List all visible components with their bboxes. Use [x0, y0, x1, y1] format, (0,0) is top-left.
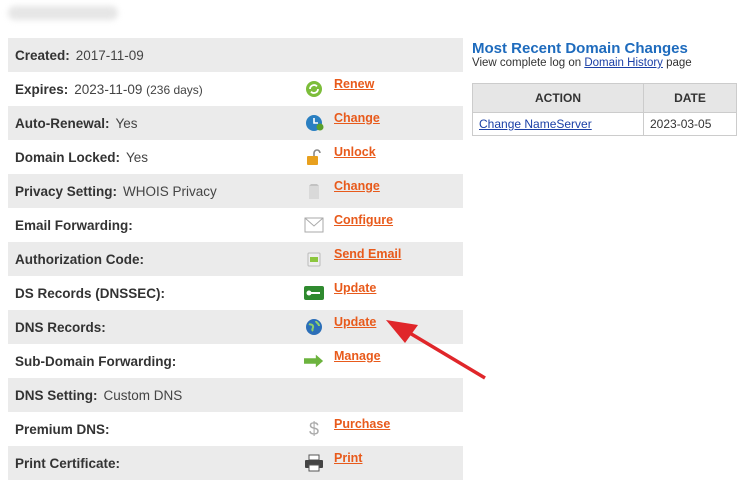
row-label: Auto-Renewal: — [15, 115, 110, 131]
row-label: Authorization Code: — [15, 251, 144, 267]
auto-renewal-change-link[interactable]: Change — [334, 111, 380, 125]
created-value: 2017-11-09 — [75, 47, 144, 63]
unlock-link[interactable]: Unlock — [334, 145, 376, 159]
arrow-right-icon — [304, 351, 324, 371]
clock-icon — [304, 113, 324, 133]
premium-dns-row: Premium DNS: $ Purchase — [8, 412, 463, 446]
globe-icon — [304, 317, 324, 337]
print-link[interactable]: Print — [334, 451, 362, 465]
dns-setting-value: Custom DNS — [103, 387, 183, 403]
auto-renewal-row: Auto-Renewal: Yes Change — [8, 106, 463, 140]
domain-locked-row: Domain Locked: Yes Unlock — [8, 140, 463, 174]
envelope-icon — [304, 215, 324, 235]
dns-records-update-link[interactable]: Update — [334, 315, 376, 329]
dns-setting-row: DNS Setting: Custom DNS — [8, 378, 463, 412]
auto-renewal-value: Yes — [115, 115, 138, 131]
change-nameserver-link[interactable]: Change NameServer — [479, 117, 592, 131]
print-certificate-row: Print Certificate: Print — [8, 446, 463, 480]
blurred-domain-name — [8, 6, 118, 20]
row-label: Expires: — [15, 81, 69, 97]
change-date: 2023-03-05 — [643, 112, 737, 136]
configure-link[interactable]: Configure — [334, 213, 393, 227]
renew-icon — [304, 79, 324, 99]
recent-changes-subtitle: View complete log on Domain History page — [472, 57, 692, 69]
row-label: Created: — [15, 47, 70, 63]
recent-changes-table: ACTION DATE Change NameServer 2023-03-05 — [472, 83, 737, 136]
row-label: Email Forwarding: — [15, 217, 133, 233]
domain-settings-list: Created: 2017-11-09 Expires: 2023-11-09 (2… — [8, 38, 463, 480]
row-label: Sub-Domain Forwarding: — [15, 353, 177, 369]
expires-row: Expires: 2023-11-09 (236 days) Renew — [8, 72, 463, 106]
key-card-icon — [304, 283, 324, 303]
created-row: Created: 2017-11-09 — [8, 38, 463, 72]
row-label: Domain Locked: — [15, 149, 121, 165]
expires-days: (236 days) — [146, 82, 203, 97]
authorization-code-row: Authorization Code: Send Email — [8, 242, 463, 276]
privacy-setting-value: WHOIS Privacy — [123, 183, 217, 199]
email-forwarding-row: Email Forwarding: Configure — [8, 208, 463, 242]
privacy-change-link[interactable]: Change — [334, 179, 380, 193]
row-label: DNS Records: — [15, 319, 106, 335]
dollar-icon: $ — [308, 418, 319, 439]
row-label: Print Certificate: — [15, 455, 121, 471]
privacy-icon — [304, 181, 324, 201]
recent-changes-title: Most Recent Domain Changes — [472, 40, 688, 57]
sub-domain-forwarding-row: Sub-Domain Forwarding: Manage — [8, 344, 463, 378]
recent-changes-panel: Most Recent Domain Changes View complete… — [472, 40, 737, 136]
ds-records-update-link[interactable]: Update — [334, 281, 376, 295]
printer-icon — [304, 453, 324, 473]
expires-value: 2023-11-09 — [74, 81, 143, 97]
manage-link[interactable]: Manage — [334, 349, 381, 363]
date-column-header: DATE — [643, 83, 737, 113]
row-label: Privacy Setting: — [15, 183, 118, 199]
dns-records-row: DNS Records: Update — [8, 310, 463, 344]
lock-icon — [304, 147, 324, 167]
domain-locked-value: Yes — [126, 149, 149, 165]
purchase-link[interactable]: Purchase — [334, 417, 390, 431]
table-row: Change NameServer 2023-03-05 — [472, 112, 737, 136]
ds-records-row: DS Records (DNSSEC): Update — [8, 276, 463, 310]
privacy-setting-row: Privacy Setting: WHOIS Privacy Change — [8, 174, 463, 208]
document-icon — [304, 249, 324, 269]
send-email-link[interactable]: Send Email — [334, 247, 401, 261]
domain-history-link[interactable]: Domain History — [584, 57, 663, 69]
row-label: DS Records (DNSSEC): — [15, 285, 166, 301]
action-column-header: ACTION — [472, 83, 644, 113]
renew-link[interactable]: Renew — [334, 77, 374, 91]
row-label: DNS Setting: — [15, 387, 98, 403]
row-label: Premium DNS: — [15, 421, 110, 437]
